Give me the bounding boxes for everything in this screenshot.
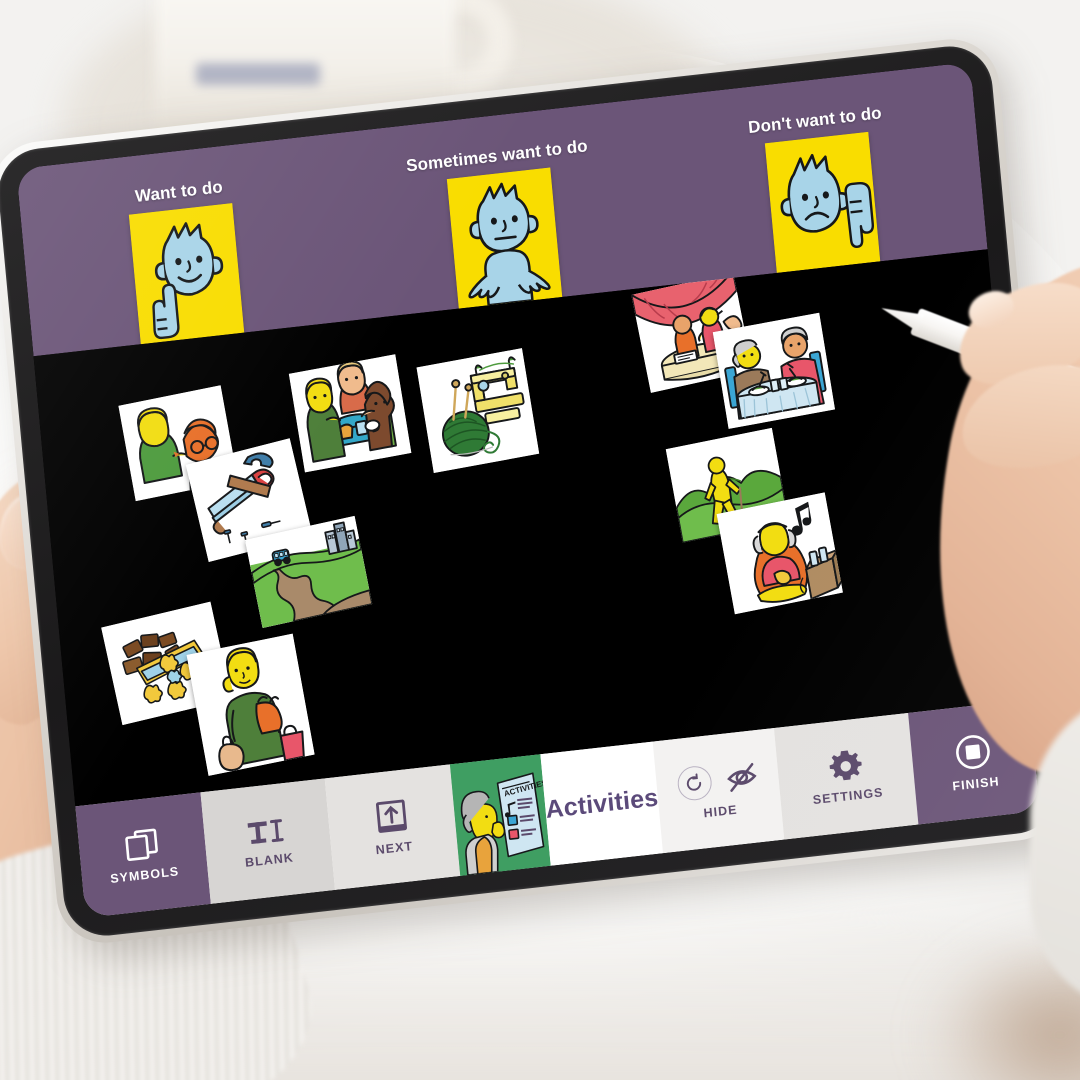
next-button[interactable]: NEXT — [324, 764, 461, 890]
blank-label: BLANK — [244, 849, 295, 870]
settings-label: SETTINGS — [812, 784, 884, 807]
shopping-symbol[interactable] — [186, 633, 315, 776]
up-arrow-card-icon — [375, 799, 407, 833]
blank-button[interactable]: BLANK — [200, 778, 336, 904]
tablet-bezel: Want to do Sometimes want to do Don't wa… — [0, 41, 1062, 941]
meeting-for-coffee-symbol[interactable] — [288, 354, 412, 473]
symbols-button[interactable]: SYMBOLS — [75, 792, 211, 918]
settings-button[interactable]: SETTINGS — [774, 712, 919, 840]
thumbs-down-sad-face-symbol[interactable] — [764, 131, 881, 273]
gear-icon — [828, 750, 862, 780]
sewing-and-knitting-symbol[interactable] — [416, 348, 540, 473]
hide-button[interactable]: HIDE — [652, 728, 785, 854]
mat-thumbnail[interactable]: ACTIVITIES — [449, 754, 551, 876]
page-title: Activities — [544, 782, 660, 824]
undo-button[interactable] — [675, 763, 713, 802]
undo-icon — [687, 773, 702, 791]
eye-slash-icon — [726, 762, 757, 792]
mat-title-area: Activities — [540, 741, 664, 866]
category-label: Want to do — [134, 177, 224, 206]
hide-label: HIDE — [702, 802, 739, 820]
thumbs-up-happy-face-symbol[interactable] — [128, 203, 245, 345]
text-cursor-icon — [247, 818, 285, 844]
tablet-device: Want to do Sometimes want to do Don't wa… — [0, 34, 1078, 961]
finish-label: FINISH — [951, 773, 1001, 793]
category-label: Sometimes want to do — [405, 136, 589, 176]
photo-scene: Want to do Sometimes want to do Don't wa… — [0, 0, 1080, 1080]
stacked-cards-icon — [124, 828, 158, 861]
symbols-label: SYMBOLS — [109, 863, 180, 886]
listening-to-music-symbol[interactable] — [716, 492, 843, 615]
shrug-neutral-face-symbol[interactable] — [446, 167, 563, 309]
eating-out-meal-symbol[interactable] — [712, 312, 836, 429]
coffee-mug-logo — [196, 63, 320, 85]
next-label: NEXT — [375, 838, 414, 857]
stop-record-icon — [956, 734, 990, 769]
tablet-screen: Want to do Sometimes want to do Don't wa… — [16, 62, 1040, 918]
